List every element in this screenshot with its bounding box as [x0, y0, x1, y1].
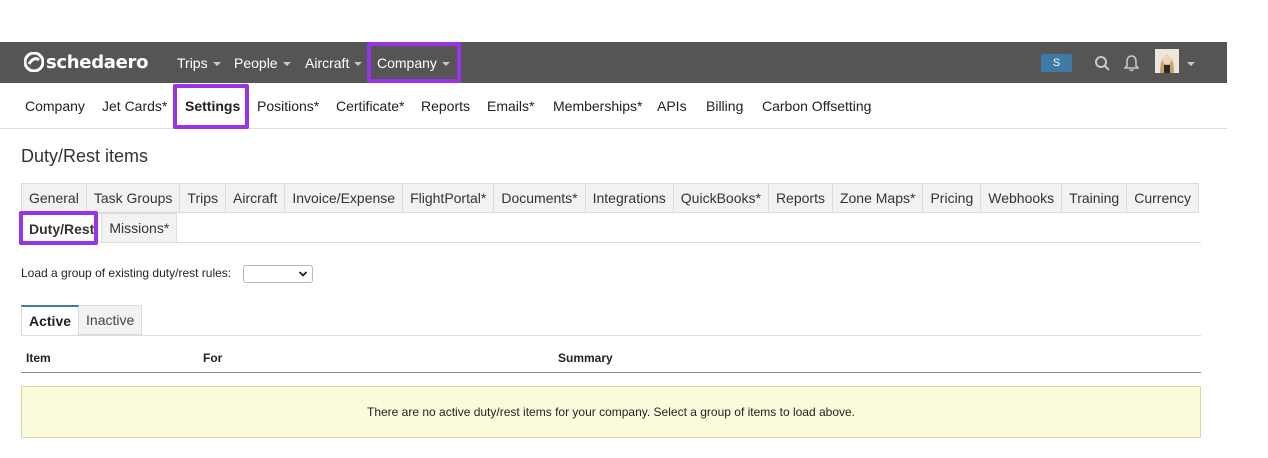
brand-name: schedaero: [46, 51, 149, 73]
tab-active[interactable]: Active: [21, 305, 80, 335]
load-group-select[interactable]: [243, 265, 313, 283]
empty-state-message: There are no active duty/rest items for …: [21, 386, 1201, 438]
tab-invoice-expense[interactable]: Invoice/Expense: [285, 183, 404, 213]
logo-mark-icon: [24, 52, 44, 72]
tab-aircraft[interactable]: Aircraft: [226, 183, 286, 213]
chevron-down-icon: [212, 61, 221, 66]
tab-currency[interactable]: Currency: [1127, 183, 1200, 213]
chevron-down-icon[interactable]: [1187, 62, 1195, 66]
status-tabs: Active Inactive: [21, 305, 143, 335]
settings-tabs-row-2: Duty/Rest Missions*: [21, 213, 178, 243]
tab-reports[interactable]: Reports: [768, 183, 833, 213]
nav-aircraft-label: Aircraft: [305, 54, 350, 71]
subnav-billing[interactable]: Billing: [706, 83, 743, 128]
status-tabs-divider: [21, 335, 1201, 336]
settings-tabs-row-1: General Task Groups Trips Aircraft Invoi…: [21, 183, 1200, 213]
tab-documents[interactable]: Documents*: [494, 183, 586, 213]
tab-quickbooks[interactable]: QuickBooks*: [673, 183, 769, 213]
table-header-divider: [21, 372, 1201, 373]
subnav-jet-cards[interactable]: Jet Cards*: [102, 83, 167, 128]
tab-general[interactable]: General: [21, 183, 87, 213]
bell-icon[interactable]: [1124, 55, 1139, 72]
chevron-down-icon: [298, 271, 308, 277]
chevron-down-icon: [354, 61, 363, 66]
avatar[interactable]: [1155, 49, 1179, 73]
user-initial-badge[interactable]: S: [1041, 54, 1072, 72]
subnav-apis[interactable]: APIs: [657, 83, 687, 128]
subnav-memberships[interactable]: Memberships*: [553, 83, 642, 128]
nav-company-menu[interactable]: Company: [377, 42, 450, 83]
schedaero-logo[interactable]: schedaero: [24, 51, 149, 73]
search-icon[interactable]: [1094, 55, 1111, 72]
nav-trips-menu[interactable]: Trips: [177, 42, 221, 83]
nav-company-label: Company: [377, 54, 437, 71]
subnav-reports[interactable]: Reports: [421, 83, 470, 128]
tab-training[interactable]: Training: [1062, 183, 1128, 213]
tab-duty-rest[interactable]: Duty/Rest: [21, 213, 103, 243]
chevron-down-icon: [441, 61, 450, 66]
tab-pricing[interactable]: Pricing: [923, 183, 982, 213]
tab-trips[interactable]: Trips: [180, 183, 226, 213]
page-title: Duty/Rest items: [21, 146, 149, 166]
subnav-emails[interactable]: Emails*: [487, 83, 534, 128]
tab-flightportal[interactable]: FlightPortal*: [403, 183, 495, 213]
tab-missions[interactable]: Missions*: [102, 213, 178, 243]
chevron-down-icon: [282, 61, 291, 66]
tab-webhooks[interactable]: Webhooks: [981, 183, 1063, 213]
column-header-item: Item: [26, 351, 51, 365]
load-group-label: Load a group of existing duty/rest rules…: [21, 266, 232, 280]
tab-integrations[interactable]: Integrations: [585, 183, 674, 213]
column-header-for: For: [203, 351, 223, 365]
tab-task-groups[interactable]: Task Groups: [86, 183, 181, 213]
nav-people-label: People: [234, 54, 278, 71]
nav-trips-label: Trips: [177, 54, 208, 71]
nav-aircraft-menu[interactable]: Aircraft: [305, 42, 363, 83]
nav-people-menu[interactable]: People: [234, 42, 291, 83]
tabs-divider: [21, 242, 1201, 243]
company-subnav: Company Jet Cards* Settings Positions* C…: [0, 83, 1227, 129]
user-photo-icon: [1155, 49, 1179, 73]
subnav-carbon-offsetting[interactable]: Carbon Offsetting: [762, 83, 871, 128]
tab-zone-maps[interactable]: Zone Maps*: [832, 183, 924, 213]
subnav-certificate[interactable]: Certificate*: [336, 83, 404, 128]
subnav-positions[interactable]: Positions*: [257, 83, 319, 128]
subnav-company[interactable]: Company: [25, 83, 85, 128]
column-header-summary: Summary: [558, 351, 613, 365]
subnav-settings[interactable]: Settings: [185, 83, 240, 128]
tab-inactive[interactable]: Inactive: [79, 305, 143, 335]
